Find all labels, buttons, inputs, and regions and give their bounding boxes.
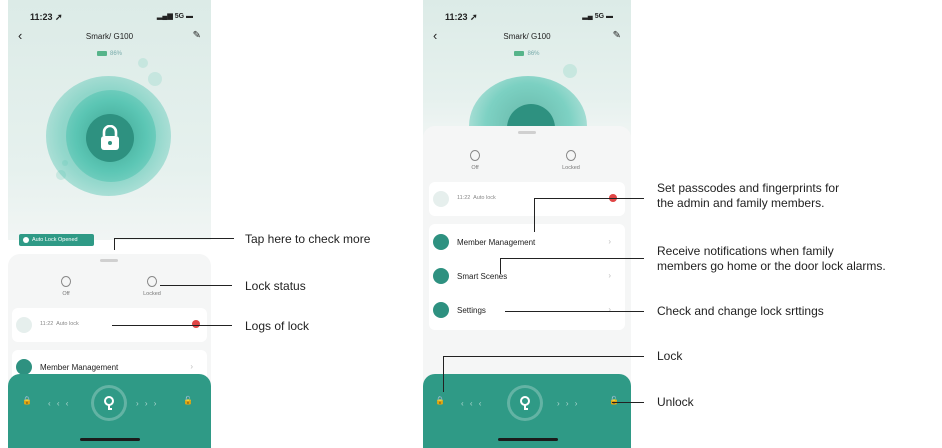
status-time: 11:23 ➚ bbox=[30, 12, 63, 22]
lock-status: Locked bbox=[541, 150, 601, 171]
annotation-more: Tap here to check more bbox=[245, 232, 371, 246]
decorative-bubble bbox=[563, 64, 577, 78]
phone-screen-main: 11:23 ➚ ▂▄▆ 5G ▬ ‹ Smark/ G100 ✎ 86% Aut… bbox=[8, 0, 211, 448]
log-card[interactable]: 11:22 Auto lock bbox=[429, 182, 625, 216]
log-entry: 11:22 Auto lock bbox=[457, 195, 496, 201]
callout-line bbox=[112, 325, 232, 326]
unlock-slider-bar[interactable]: 🔒 ‹ ‹ ‹ › › › 🔓 bbox=[8, 374, 211, 448]
network-indicator: ▂▄▆ 5G ▬ bbox=[157, 13, 193, 20]
menu-card: Member Management › Smart Scenes › Setti… bbox=[429, 224, 625, 330]
slide-right-arrows: › › › bbox=[136, 399, 159, 408]
menu-item-label: Member Management bbox=[457, 238, 536, 247]
callout-line bbox=[160, 285, 232, 286]
callout-line bbox=[534, 198, 644, 199]
log-entry: 11:22 Auto lock bbox=[40, 321, 79, 327]
switch-status: Off bbox=[445, 150, 505, 171]
callout-line bbox=[505, 311, 644, 312]
slide-left-arrows: ‹ ‹ ‹ bbox=[461, 399, 484, 408]
menu-item-settings[interactable]: Settings › bbox=[429, 296, 617, 324]
callout-line bbox=[443, 356, 644, 357]
log-row[interactable]: 11:22 Auto lock bbox=[429, 185, 617, 213]
decorative-bubble bbox=[148, 72, 162, 86]
annotation-settings: Check and change lock srttings bbox=[657, 304, 824, 318]
phone-screen-menu: 11:23 ➚ ▂▄ 5G ▬ ‹ Smark/ G100 ✎ 86% Off … bbox=[423, 0, 631, 448]
close-circle-icon[interactable] bbox=[23, 236, 29, 243]
lock-status-icon bbox=[147, 276, 157, 287]
annotation-lock: Lock bbox=[657, 349, 683, 363]
nav-bar: ‹ Smark/ G100 ✎ bbox=[8, 29, 211, 46]
sheet-handle[interactable] bbox=[518, 131, 536, 134]
chevron-right-icon: › bbox=[608, 305, 611, 314]
switch-icon bbox=[61, 276, 71, 287]
menu-item-member-management[interactable]: Member Management › bbox=[429, 228, 617, 256]
status-bar: 11:23 ➚ ▂▄▆ 5G ▬ bbox=[8, 10, 211, 24]
lock-icon[interactable]: 🔒 bbox=[435, 396, 445, 405]
padlock-icon bbox=[101, 125, 119, 150]
key-slider-button[interactable] bbox=[94, 388, 124, 418]
sheet-handle[interactable] bbox=[100, 259, 118, 262]
callout-line bbox=[500, 258, 644, 259]
annotation-logs: Logs of lock bbox=[245, 319, 310, 333]
edit-icon[interactable]: ✎ bbox=[193, 30, 201, 41]
battery-icon bbox=[514, 51, 525, 56]
slide-right-arrows: › › › bbox=[557, 399, 580, 408]
menu-item-label: Settings bbox=[457, 306, 486, 315]
battery-icon bbox=[96, 51, 107, 56]
lock-state-button[interactable] bbox=[86, 114, 134, 162]
network-indicator: ▂▄ 5G ▬ bbox=[582, 13, 613, 20]
menu-item-smart-scenes[interactable]: Smart Scenes › bbox=[429, 262, 617, 290]
annotation-scenes: Receive notifications when family member… bbox=[657, 244, 886, 273]
slide-left-arrows: ‹ ‹ ‹ bbox=[48, 399, 71, 408]
lock-icon[interactable]: 🔒 bbox=[22, 396, 32, 405]
callout-line bbox=[534, 198, 535, 232]
page-title: Smark/ G100 bbox=[85, 32, 134, 41]
home-indicator bbox=[498, 438, 558, 441]
page-title: Smark/ G100 bbox=[503, 32, 551, 41]
auto-lock-toast: Auto Lock Opened bbox=[19, 234, 94, 246]
switch-status: Off bbox=[36, 276, 96, 297]
member-icon bbox=[433, 234, 449, 250]
callout-line bbox=[114, 238, 115, 250]
annotation-members: Set passcodes and fingerprints for the a… bbox=[657, 181, 840, 210]
unlock-icon[interactable]: 🔓 bbox=[183, 396, 193, 405]
status-bar: 11:23 ➚ ▂▄ 5G ▬ bbox=[423, 10, 631, 24]
callout-line bbox=[500, 258, 501, 274]
nav-bar: ‹ Smark/ G100 ✎ bbox=[423, 29, 631, 46]
decorative-bubble bbox=[138, 58, 148, 68]
bell-icon bbox=[433, 191, 449, 207]
chevron-right-icon: › bbox=[190, 362, 193, 371]
toggle-icon bbox=[433, 268, 449, 284]
key-slider-button[interactable] bbox=[510, 388, 540, 418]
unlock-icon[interactable]: 🔓 bbox=[609, 396, 619, 405]
status-time: 11:23 ➚ bbox=[445, 12, 478, 22]
battery-indicator: 86% bbox=[8, 51, 211, 57]
member-icon bbox=[16, 359, 32, 375]
home-indicator bbox=[80, 438, 140, 441]
lock-status: Locked bbox=[122, 276, 182, 297]
annotation-unlock: Unlock bbox=[657, 395, 694, 409]
annotation-lock-status: Lock status bbox=[245, 279, 306, 293]
unlock-slider-bar[interactable]: 🔒 ‹ ‹ ‹ › › › 🔓 bbox=[423, 374, 631, 448]
switch-icon bbox=[470, 150, 480, 161]
member-row-label: Member Management bbox=[40, 363, 119, 372]
edit-icon[interactable]: ✎ bbox=[613, 30, 621, 41]
chevron-right-icon: › bbox=[608, 271, 611, 280]
alert-dot bbox=[192, 320, 200, 328]
callout-line bbox=[443, 356, 444, 392]
gear-icon bbox=[433, 302, 449, 318]
battery-indicator: 86% bbox=[423, 51, 631, 57]
key-icon bbox=[520, 396, 530, 410]
lock-status-icon bbox=[566, 150, 576, 161]
callout-line bbox=[612, 402, 644, 403]
bell-icon bbox=[16, 317, 32, 333]
key-icon bbox=[104, 396, 114, 410]
chevron-right-icon: › bbox=[608, 237, 611, 246]
callout-line bbox=[114, 238, 234, 239]
